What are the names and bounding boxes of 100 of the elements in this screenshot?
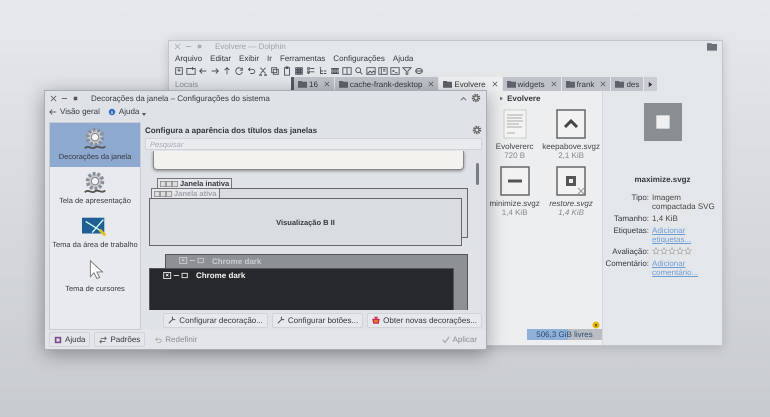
action-button[interactable]: Configurar botões... [272, 312, 364, 328]
help-button[interactable]: Ajuda [49, 332, 90, 347]
close-icon[interactable] [50, 94, 57, 102]
caret-up-file-icon[interactable] [556, 109, 586, 139]
field-label: Tamanho: [612, 214, 650, 223]
compact-view-icon[interactable] [306, 66, 316, 76]
forward-arrow-icon[interactable] [210, 66, 220, 76]
copy-icon[interactable] [270, 66, 280, 76]
swap-arrows-icon [99, 336, 108, 344]
up-arrow-icon[interactable] [222, 66, 232, 76]
action-button[interactable]: Obter novas decorações... [367, 312, 482, 328]
square-file-icon[interactable] [556, 166, 586, 196]
tab[interactable]: cache-frank-desktop [334, 77, 440, 91]
menu-item[interactable]: Ir [267, 54, 272, 62]
tab[interactable]: Evolvere [439, 77, 503, 91]
new-window-icon[interactable] [174, 66, 184, 76]
search-icon[interactable] [354, 66, 364, 76]
tree-view-icon[interactable] [318, 66, 328, 76]
star-icon[interactable] [652, 247, 660, 255]
file-name: Evolvererc [496, 142, 534, 151]
new-tab-icon[interactable] [186, 66, 196, 76]
maximize-icon[interactable] [72, 94, 79, 102]
menu-item[interactable]: Ferramentas [280, 54, 326, 62]
file-size: 1,4 KiB [502, 208, 528, 217]
preview-icon[interactable] [330, 66, 340, 76]
page-heading: Configura a aparência dos títulos das janelas [145, 126, 318, 134]
folder-icon [615, 80, 624, 88]
file-name: minimize.svgz [490, 199, 540, 208]
field-value: 1,4 KiB [652, 214, 679, 223]
field-label: Tipo: [630, 193, 650, 202]
field-label: Etiquetas: [612, 226, 650, 235]
close-icon[interactable] [492, 81, 498, 87]
image-icon[interactable] [366, 66, 376, 76]
split-view-icon[interactable] [342, 66, 352, 76]
close-icon[interactable] [550, 81, 557, 87]
scrollbar[interactable] [476, 163, 479, 185]
star-icon[interactable] [676, 247, 684, 255]
menu-item[interactable]: Editar [210, 54, 232, 62]
undo-icon[interactable] [246, 66, 256, 76]
settings-icon[interactable] [472, 125, 482, 135]
free-space-label: 506,3 GiB livres [535, 329, 594, 340]
back-button[interactable]: Visão geral [49, 107, 100, 116]
file-name: maximize.svgz [634, 175, 691, 184]
reload-icon[interactable] [234, 66, 244, 76]
defaults-button[interactable]: Padrões [94, 332, 146, 347]
terminal-icon[interactable] [390, 66, 400, 76]
tab[interactable]: 16 [294, 77, 335, 91]
help-menu-button[interactable]: Ajuda [108, 107, 146, 116]
dash-file-icon[interactable] [500, 166, 530, 196]
menu-item[interactable]: Ajuda [392, 54, 414, 62]
tab[interactable]: frank [562, 77, 612, 91]
back-arrow-icon [49, 108, 57, 116]
file-size: 1,4 KiB [558, 208, 584, 217]
wrench-icon [168, 316, 176, 324]
field-label: Comentário: [604, 259, 650, 268]
panel-title: Locais [174, 78, 200, 90]
chevron-right-icon [499, 96, 504, 100]
tab[interactable]: des [611, 77, 644, 91]
window-title: Chrome dark [212, 257, 262, 266]
checkmark-icon [442, 336, 450, 344]
tab[interactable]: widgets [502, 77, 562, 91]
file-name: restore.svgz [549, 199, 593, 208]
folder-icon [298, 80, 307, 88]
icons-view-icon[interactable] [294, 66, 304, 76]
close-icon[interactable] [600, 81, 606, 87]
caret-down-icon [142, 112, 146, 116]
star-icon[interactable] [668, 247, 676, 255]
menu-item[interactable]: Arquivo [175, 54, 202, 62]
field-value: Imagem compactada SVG [652, 193, 716, 211]
menu-item[interactable]: Configurações [333, 54, 385, 62]
folder-icon [506, 80, 516, 88]
maximize-file-preview-icon [644, 103, 682, 141]
window-title: Evolvere — Dolphin [215, 42, 287, 51]
menu-item[interactable]: Exibir [239, 54, 260, 62]
back-arrow-icon[interactable] [198, 66, 208, 76]
action-button[interactable]: Configurar decoração... [163, 312, 268, 328]
file-size: 2,1 KiB [558, 151, 584, 160]
folder-icon [443, 80, 452, 88]
caret-up-icon[interactable] [460, 94, 467, 102]
breadcrumb[interactable]: Evolvere [507, 94, 540, 102]
file-size: 720 B [504, 151, 526, 160]
close-icon[interactable] [428, 81, 434, 87]
folder-icon [338, 80, 348, 88]
filter-icon[interactable] [402, 66, 412, 76]
paste-icon[interactable] [282, 66, 292, 76]
field-label: Avaliação: [611, 247, 650, 256]
window-title: Chrome dark [196, 271, 246, 280]
file-name: keepabove.svgz [542, 142, 600, 151]
wrench-icon [276, 316, 285, 324]
cut-icon[interactable] [258, 66, 268, 76]
folder-icon [707, 42, 717, 51]
panel-icon[interactable] [378, 66, 388, 76]
folder-icon [566, 80, 575, 88]
theme-preview[interactable] [153, 151, 464, 170]
scroll-right-icon[interactable] [647, 80, 654, 88]
window-title: Decorações da janela – Configurações do sistema [91, 94, 271, 102]
star-icon[interactable] [684, 247, 692, 255]
close-icon[interactable] [324, 81, 330, 87]
settings-icon[interactable] [471, 93, 481, 103]
star-icon[interactable] [660, 247, 668, 255]
